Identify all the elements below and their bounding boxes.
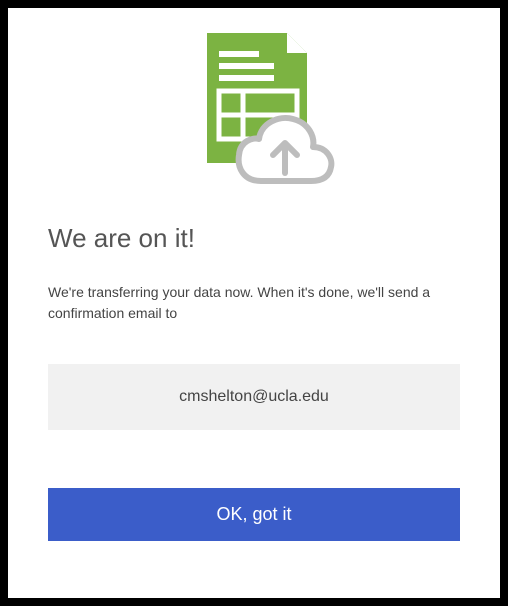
dialog-body-text: We're transferring your data now. When i… <box>48 282 460 324</box>
document-cloud-upload-icon <box>169 33 339 193</box>
document-upload-illustration <box>48 28 460 223</box>
confirmation-dialog: We are on it! We're transferring your da… <box>8 8 500 598</box>
ok-got-it-button[interactable]: OK, got it <box>48 488 460 541</box>
confirmation-email-display: cmshelton@ucla.edu <box>48 364 460 430</box>
dialog-heading: We are on it! <box>48 223 460 254</box>
